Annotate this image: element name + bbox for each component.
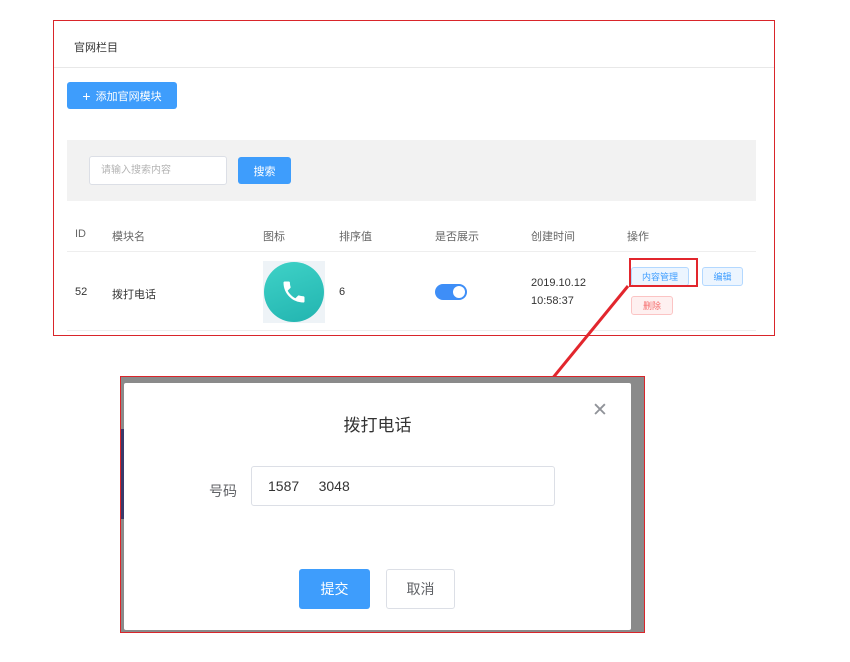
toggle-knob <box>453 286 465 298</box>
close-icon[interactable]: ✕ <box>592 401 608 420</box>
search-bar: 搜索 <box>67 140 756 201</box>
column-header-icon: 图标 <box>263 231 285 243</box>
column-header-sort: 排序值 <box>339 231 372 243</box>
annotation-highlight-box <box>629 258 698 287</box>
header-divider <box>67 251 756 252</box>
column-header-id: ID <box>75 228 86 240</box>
add-module-button[interactable]: + 添加官网模块 <box>67 82 177 109</box>
show-toggle[interactable] <box>435 284 467 300</box>
row-created-date: 2019.10.12 <box>531 277 587 289</box>
call-dialog: 拨打电话 ✕ 号码 提交 取消 <box>124 383 631 630</box>
column-header-shown: 是否展示 <box>435 231 479 243</box>
add-module-label: 添加官网模块 <box>95 90 162 103</box>
row-icon-thumbnail <box>263 261 325 323</box>
column-header-actions: 操作 <box>627 231 649 243</box>
phone-icon <box>264 262 324 322</box>
edit-button[interactable]: 编辑 <box>702 267 743 286</box>
cancel-button[interactable]: 取消 <box>386 569 455 609</box>
column-header-name: 模块名 <box>112 231 145 243</box>
phone-label: 号码 <box>209 483 237 499</box>
row-name: 拨打电话 <box>112 289 156 301</box>
dialog-screenshot-frame: 拨打电话 ✕ 号码 提交 取消 <box>120 376 645 633</box>
row-created-time: 10:58:37 <box>531 295 574 307</box>
column-header-created: 创建时间 <box>531 231 575 243</box>
panel-title: 官网栏目 <box>74 42 118 54</box>
search-button[interactable]: 搜索 <box>238 157 291 184</box>
phone-input[interactable] <box>251 466 555 506</box>
delete-button[interactable]: 删除 <box>631 296 673 315</box>
dialog-title: 拨打电话 <box>343 416 412 435</box>
plus-icon: + <box>82 87 91 104</box>
row-id: 52 <box>75 286 88 298</box>
row-divider <box>67 330 756 331</box>
panel-divider <box>54 67 774 68</box>
row-sort: 6 <box>339 286 346 298</box>
search-input[interactable] <box>89 156 227 185</box>
module-panel: 官网栏目 + 添加官网模块 搜索 ID 模块名 图标 排序值 是否展示 创建时间… <box>53 20 775 336</box>
submit-button[interactable]: 提交 <box>299 569 370 609</box>
